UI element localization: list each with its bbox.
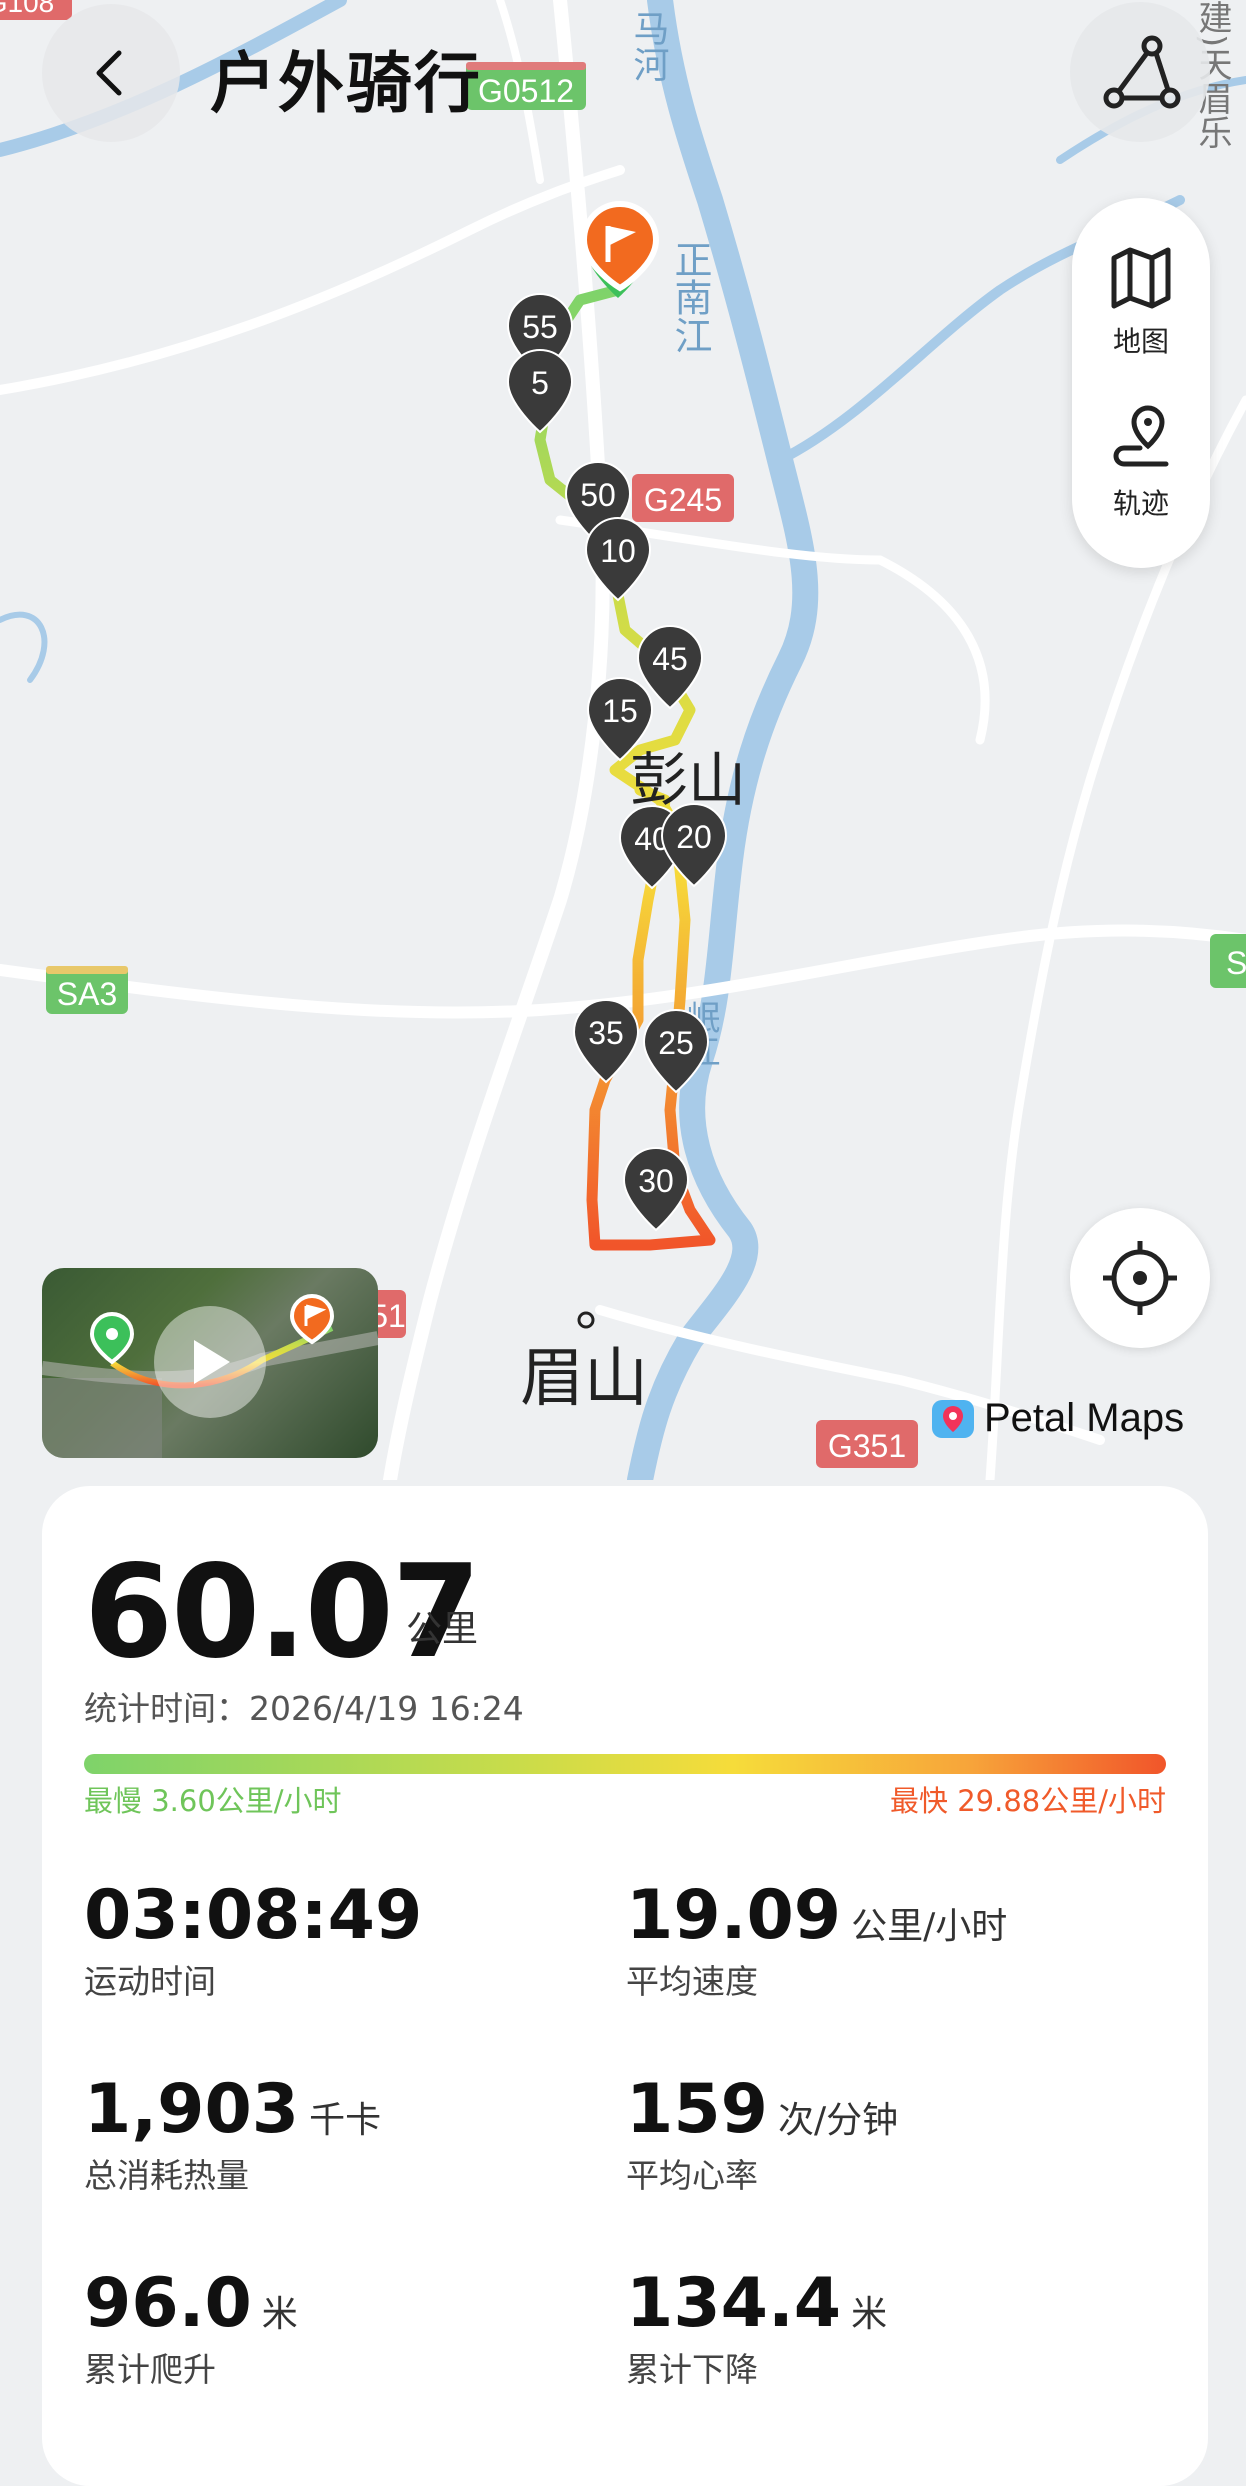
metric-descent: 134.4 米 累计下降 (626, 2264, 887, 2391)
crosshair-icon (1103, 1241, 1177, 1315)
km-marker-label: 10 (600, 533, 636, 569)
track-mode-label: 轨迹 (1112, 487, 1169, 520)
metric-label: 总消耗热量 (84, 2156, 249, 2195)
metric-unit: 公里/小时 (851, 1906, 1008, 1947)
track-mode-button[interactable]: 轨迹 (1072, 404, 1210, 522)
km-marker-label: 5 (531, 365, 549, 401)
km-marker-label: 50 (580, 477, 616, 513)
metric-value: 134.4 (626, 2264, 842, 2343)
locate-button[interactable] (1070, 1208, 1210, 1348)
map-mode-label: 地图 (1112, 325, 1169, 358)
map-mode-panel: 地图 轨迹 (1072, 198, 1210, 568)
svg-text:SA3: SA3 (57, 976, 117, 1012)
svg-text:G0512: G0512 (478, 73, 574, 109)
route-share-button[interactable] (1070, 2, 1210, 142)
route-map[interactable]: 眉山 彭山 正南江 马河 岷江 建)天眉乐 G0512 G245 SA3 G35… (0, 0, 1246, 1480)
thumb-start-pin (89, 1311, 135, 1365)
petal-maps-logo-icon (932, 1399, 974, 1438)
metric-value: 1,903 (84, 2070, 300, 2149)
metric-label: 累计下降 (626, 2350, 758, 2389)
metric-value: 03:08:49 (84, 1876, 423, 1955)
summary-card: 60.07 公里 统计时间：2026/4/19 16:24 最慢 3.60公里/… (42, 1486, 1208, 2486)
thumb-finish-pin (289, 1293, 335, 1345)
km-marker-label: 55 (522, 309, 558, 345)
metric-value: 159 (626, 2070, 768, 2149)
map-icon (1111, 247, 1171, 309)
track-pin-icon (1113, 405, 1169, 467)
svg-text:G351: G351 (828, 1428, 906, 1464)
back-button[interactable] (42, 4, 180, 142)
speed-gradient-bar (84, 1754, 1166, 1774)
km-marker-label: 35 (588, 1015, 624, 1051)
svg-text:SA: SA (1226, 945, 1246, 981)
metric-duration: 03:08:49 运动时间 (84, 1876, 422, 2003)
distance-unit: 公里 (406, 1609, 479, 1650)
road-badge-sa3: SA3 (46, 966, 128, 1014)
page-title: 户外骑行 (210, 45, 482, 122)
metric-value: 19.09 (626, 1876, 842, 1955)
river-label-ma: 马河 (628, 10, 669, 82)
attribution-text: Petal Maps (984, 1396, 1185, 1440)
map-attribution: Petal Maps (930, 1396, 1184, 1441)
route-nodes-icon (1103, 35, 1181, 109)
map-mode-button[interactable]: 地图 (1072, 246, 1210, 360)
km-marker-label: 15 (602, 693, 638, 729)
metric-avg-speed: 19.09 公里/小时 平均速度 (626, 1876, 1007, 2003)
metric-unit: 千卡 (309, 2100, 382, 2141)
svg-text:G108: G108 (0, 0, 54, 18)
place-label-meishan: 眉山 (520, 1342, 648, 1416)
metric-unit: 米 (851, 2294, 888, 2335)
road-badge-g245: G245 (632, 474, 734, 522)
metric-calories: 1,903 千卡 总消耗热量 (84, 2070, 381, 2197)
metric-unit: 次/分钟 (777, 2100, 899, 2141)
river-label-zhengnan: 正南江 (668, 240, 712, 354)
metric-heart-rate: 159 次/分钟 平均心率 (626, 2070, 898, 2197)
svg-text:G245: G245 (644, 482, 722, 518)
km-marker-label: 20 (676, 819, 712, 855)
stat-time: 统计时间：2026/4/19 16:24 (84, 1689, 524, 1728)
road-badge-sa: SA (1210, 934, 1246, 988)
km-marker-label: 25 (658, 1025, 694, 1061)
metric-label: 运动时间 (84, 1962, 216, 2001)
play-icon (194, 1340, 230, 1384)
road-badge-g0512: G0512 (466, 62, 586, 110)
speed-max-label: 最快 29.88公里/小时 (889, 1784, 1166, 1818)
metric-label: 平均心率 (626, 2156, 758, 2195)
road-badge-g351: G351 (816, 1420, 918, 1468)
metric-value: 96.0 (84, 2264, 252, 2343)
road-badge-g108: G108 (0, 0, 72, 20)
speed-min-label: 最慢 3.60公里/小时 (84, 1784, 342, 1818)
metric-label: 累计爬升 (84, 2350, 216, 2389)
metric-label: 平均速度 (626, 1962, 758, 2001)
km-marker-label: 30 (638, 1163, 674, 1199)
chevron-left-icon (96, 50, 122, 96)
km-marker-label: 45 (652, 641, 688, 677)
metric-ascent: 96.0 米 累计爬升 (84, 2264, 298, 2391)
metric-unit: 米 (261, 2294, 298, 2335)
play-button[interactable] (154, 1306, 266, 1418)
track-replay-thumbnail[interactable] (42, 1268, 378, 1458)
